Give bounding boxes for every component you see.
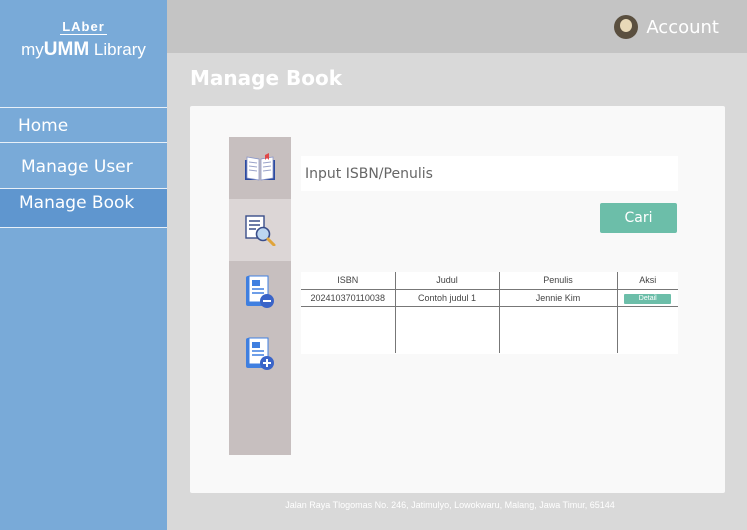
sidebar-item-manage-book[interactable]: Manage Book — [0, 188, 167, 228]
brand-top-label: LAber — [60, 19, 107, 35]
cell-isbn: 202410370110038 — [310, 292, 385, 303]
brand-bold: UMM — [43, 39, 90, 60]
sidebar-item-label: Manage User — [21, 157, 133, 177]
table-row: 202410370110038 Contoh judul 1 Jennie Ki… — [301, 289, 678, 306]
column-header-isbn: ISBN — [337, 275, 359, 286]
cell-judul: Contoh judul 1 — [394, 289, 499, 306]
page-title: Manage Book — [190, 66, 343, 90]
cell-aksi: Detail — [616, 289, 678, 306]
sidebar-item-label: Home — [18, 116, 69, 136]
sidebar: LAber myUMM Library Home Manage User Man… — [0, 0, 167, 530]
brand-prefix: my — [21, 40, 44, 59]
sidebar-item-manage-user[interactable]: Manage User — [0, 143, 167, 188]
cell-penulis: Jennie Kim — [498, 289, 617, 306]
column-header-judul: Judul — [394, 272, 499, 289]
open-book-icon[interactable] — [229, 137, 291, 199]
account-menu[interactable]: Account — [614, 15, 719, 39]
search-document-icon[interactable] — [229, 199, 291, 261]
book-toolbar — [229, 137, 291, 455]
footer-address: Jalan Raya Tlogomas No. 246, Jatimulyo, … — [285, 500, 615, 510]
table-header-row: ISBN Judul Penulis Aksi — [301, 272, 678, 289]
sidebar-item-label: Manage Book — [19, 193, 135, 213]
top-bar: Account — [167, 0, 747, 53]
remove-book-icon[interactable] — [229, 261, 291, 323]
brand-logo[interactable]: LAber myUMM Library — [0, 20, 167, 61]
add-book-icon[interactable] — [229, 323, 291, 385]
table-row-empty — [301, 306, 678, 353]
search-input[interactable] — [301, 156, 678, 191]
account-label: Account — [646, 16, 719, 38]
search-button[interactable]: Cari — [600, 203, 677, 233]
book-table: ISBN Judul Penulis Aksi 202410370110038 … — [301, 272, 678, 354]
detail-button[interactable]: Detail — [624, 293, 672, 304]
column-header-aksi: Aksi — [616, 272, 678, 289]
brand-suffix: Library — [89, 40, 146, 59]
avatar — [614, 15, 639, 39]
sidebar-item-home[interactable]: Home — [0, 107, 167, 143]
column-header-penulis: Penulis — [498, 272, 617, 289]
